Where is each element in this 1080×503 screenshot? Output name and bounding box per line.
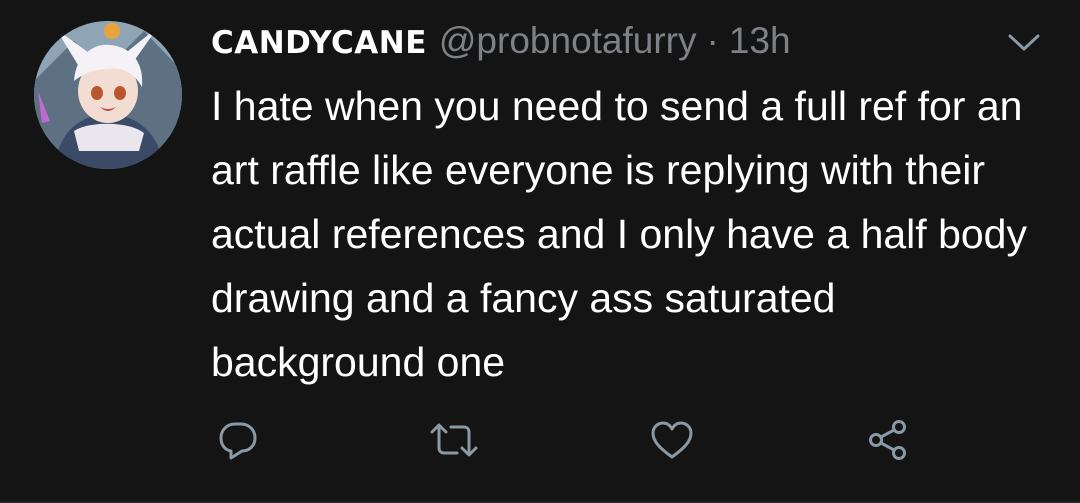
tweet-header: CANDYCANE @probnotafurry · 13h [211, 20, 791, 70]
reply-icon [219, 422, 257, 460]
tweet-card[interactable]: CANDYCANE @probnotafurry · 13h I hate wh… [0, 0, 1080, 503]
timestamp[interactable]: 13h [729, 20, 791, 62]
separator-dot: · [706, 20, 719, 61]
share-button[interactable] [862, 414, 914, 466]
share-icon [869, 420, 906, 460]
reply-button[interactable] [212, 414, 264, 466]
retweet-icon [430, 423, 478, 457]
user-handle[interactable]: @probnotafurry [439, 20, 697, 62]
like-button[interactable] [646, 414, 698, 466]
tweet-text: I hate when you need to send a full ref … [211, 83, 1027, 385]
retweet-button[interactable] [428, 414, 480, 466]
avatar-image [34, 21, 182, 169]
heart-icon [651, 421, 693, 459]
chevron-down-icon[interactable] [1004, 28, 1044, 56]
avatar[interactable] [34, 21, 182, 169]
action-bar [0, 414, 1080, 466]
display-name[interactable]: CANDYCANE [211, 25, 427, 61]
